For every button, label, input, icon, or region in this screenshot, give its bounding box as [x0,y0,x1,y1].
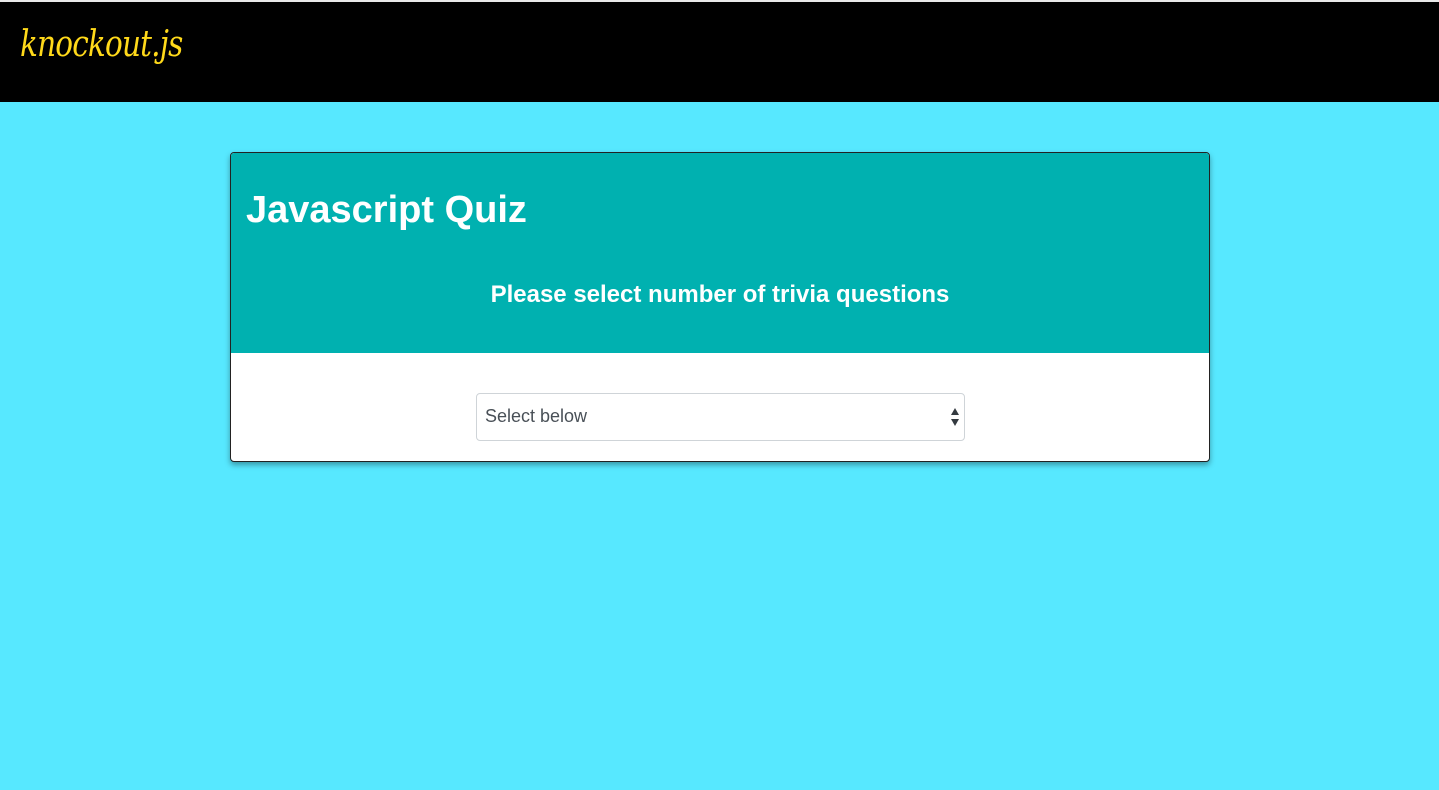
navbar: knockout.js [0,0,1439,102]
quiz-title: Javascript Quiz [246,189,527,231]
question-count-select[interactable]: Select below [476,393,965,441]
quiz-subtitle: Please select number of trivia questions [490,281,950,308]
brand-logo[interactable]: knockout.js [20,24,183,65]
quiz-card-header: Javascript Quiz Please select number of … [231,153,1209,353]
select-arrows-icon [951,408,959,426]
quiz-card: Javascript Quiz Please select number of … [230,152,1210,462]
select-value: Select below [485,406,588,426]
